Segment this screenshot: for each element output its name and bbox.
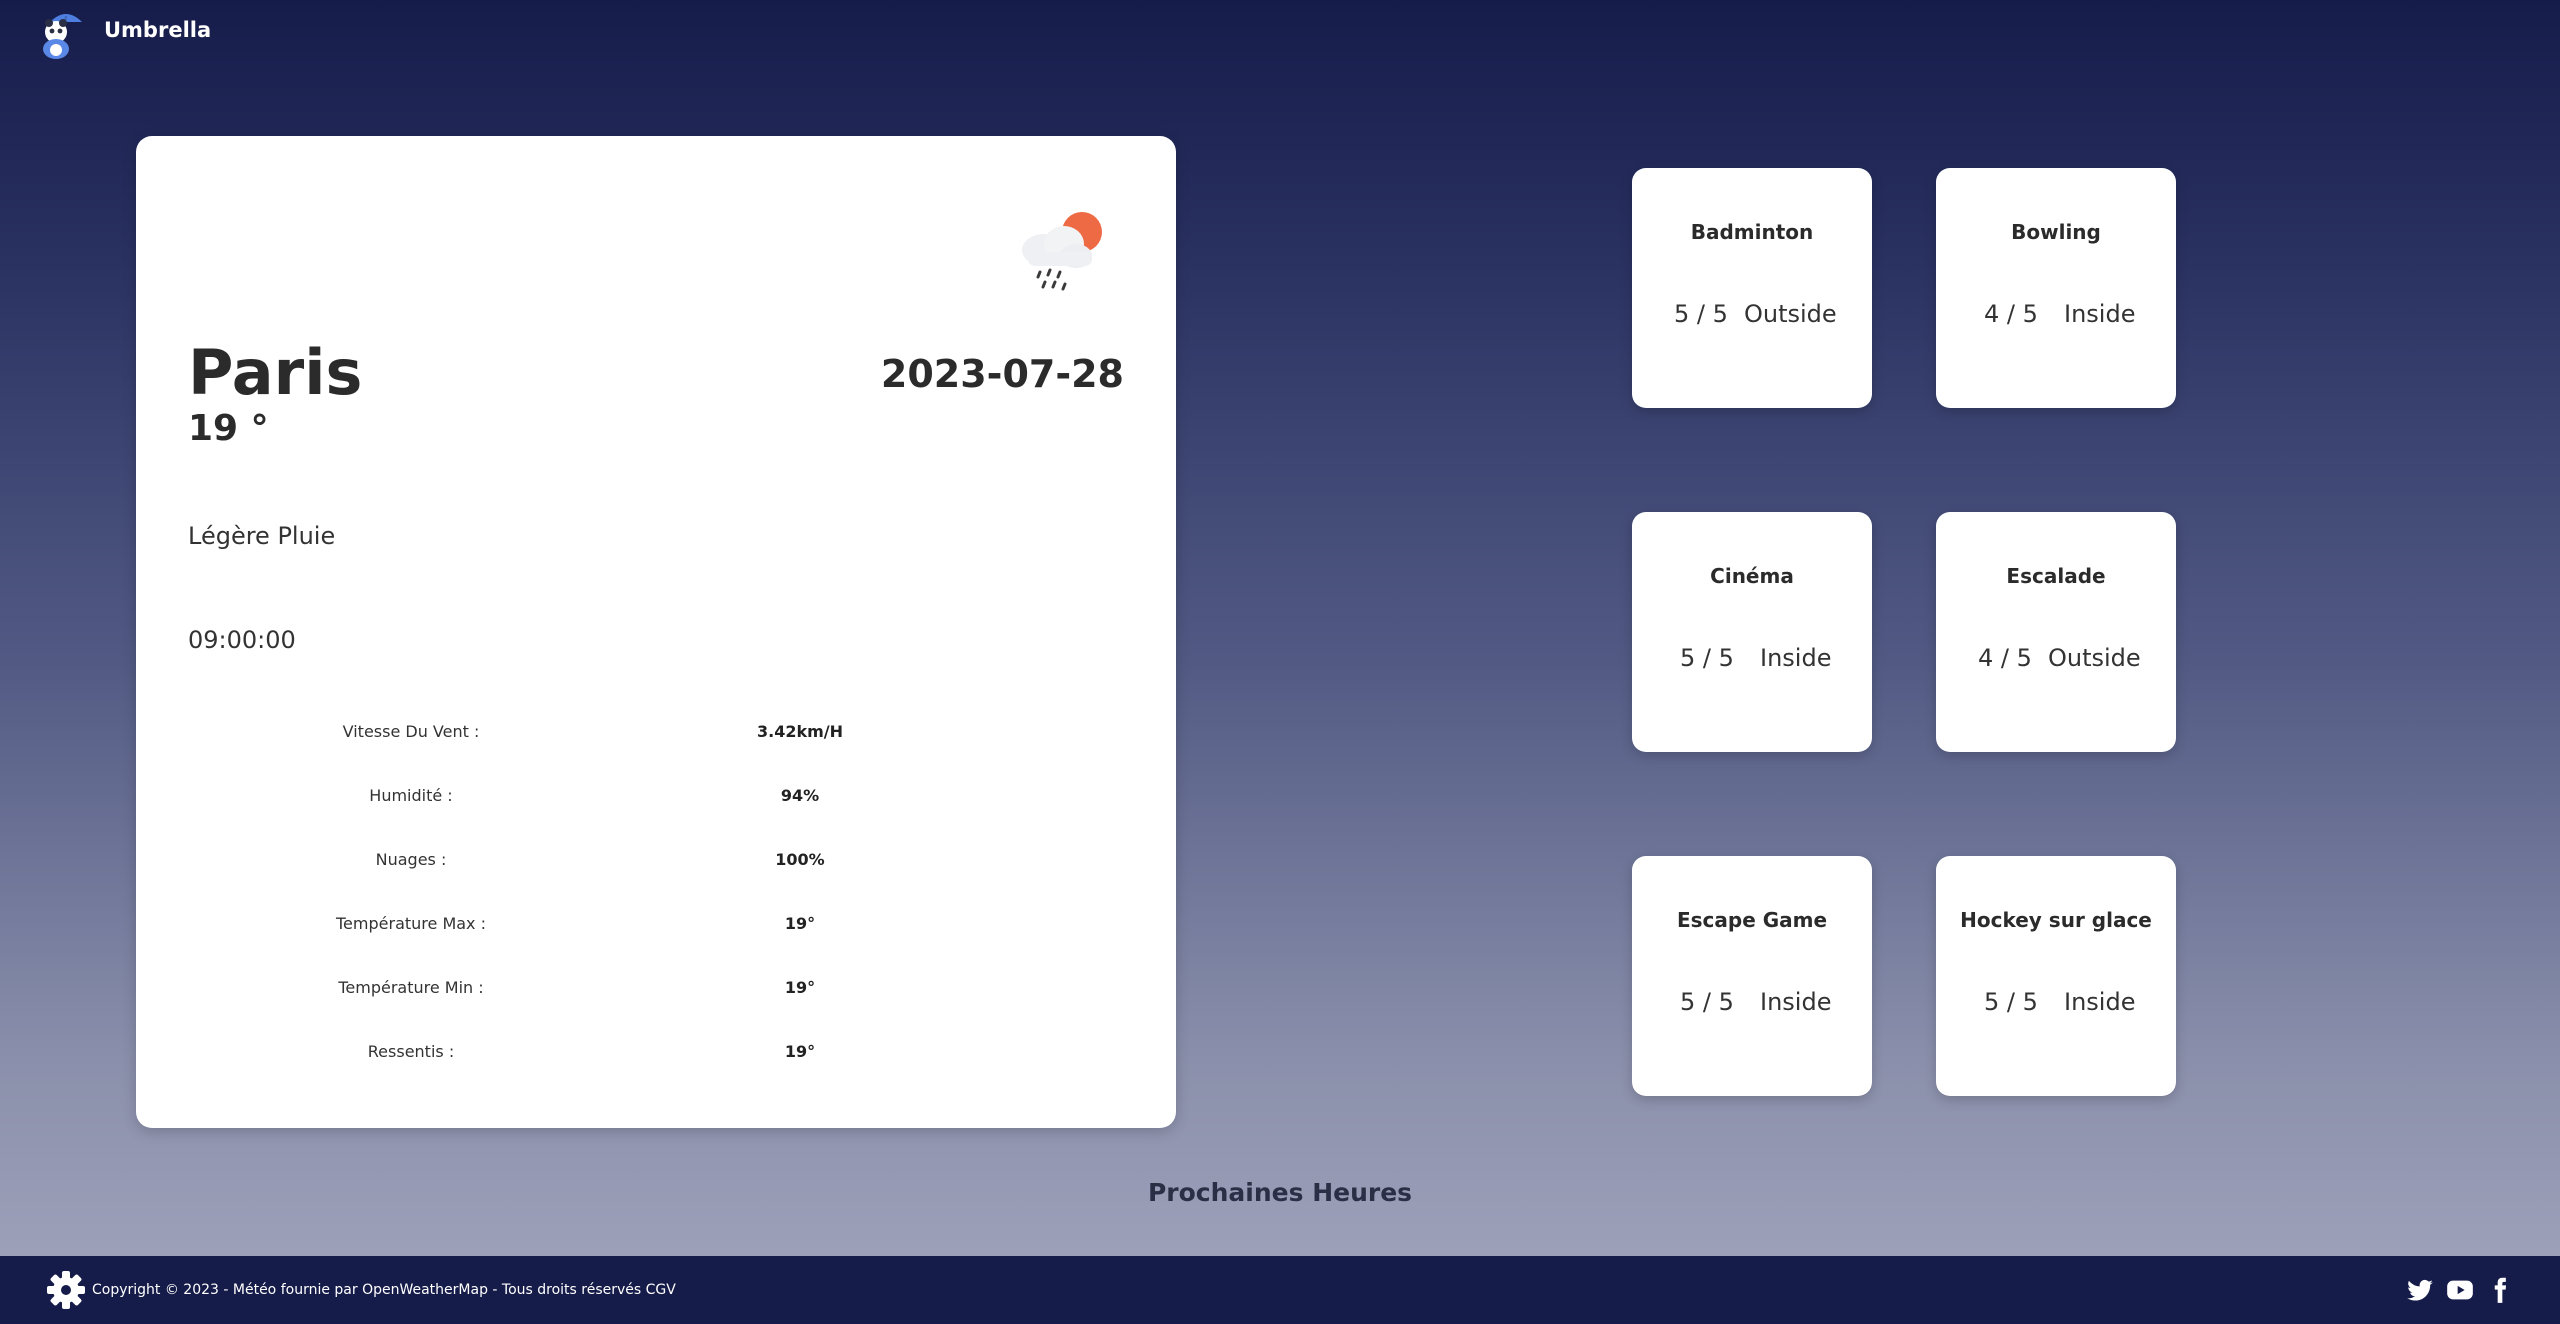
forecast-time: 09:00:00 bbox=[188, 626, 296, 654]
facebook-icon[interactable] bbox=[2486, 1276, 2514, 1304]
weather-stats: Vitesse Du Vent : 3.42km/H Humidité : 94… bbox=[180, 712, 1080, 1096]
activity-card-bowling[interactable]: Bowling 4 / 5 Inside bbox=[1936, 168, 2176, 408]
stat-row-temp-max: Température Max : 19° bbox=[180, 904, 1080, 968]
top-bar: Umbrella bbox=[0, 0, 2560, 66]
activity-place: Outside bbox=[1744, 300, 1837, 328]
stat-row-wind: Vitesse Du Vent : 3.42km/H bbox=[180, 712, 1080, 776]
stat-row-temp-min: Température Min : 19° bbox=[180, 968, 1080, 1032]
activity-score: 4 / 5 bbox=[1978, 644, 2032, 672]
activity-score: 5 / 5 bbox=[1984, 988, 2038, 1016]
twitter-icon[interactable] bbox=[2406, 1276, 2434, 1304]
activity-card-escalade[interactable]: Escalade 4 / 5 Outside bbox=[1936, 512, 2176, 752]
activity-score: 5 / 5 bbox=[1674, 300, 1728, 328]
stat-value: 3.42km/H bbox=[756, 722, 844, 741]
activity-score: 5 / 5 bbox=[1680, 988, 1734, 1016]
activity-name: Hockey sur glace bbox=[1960, 908, 2152, 932]
gear-icon bbox=[47, 1271, 85, 1309]
brand-name[interactable]: Umbrella bbox=[104, 18, 211, 42]
activity-place: Inside bbox=[2064, 988, 2136, 1016]
youtube-icon[interactable] bbox=[2446, 1276, 2474, 1304]
footer: Copyright © 2023 - Météo fournie par Ope… bbox=[0, 1256, 2560, 1324]
activity-place: Inside bbox=[1760, 644, 1832, 672]
activity-score: 4 / 5 bbox=[1984, 300, 2038, 328]
stat-value: 100% bbox=[775, 850, 825, 869]
activity-card-cinema[interactable]: Cinéma 5 / 5 Inside bbox=[1632, 512, 1872, 752]
stat-value: 94% bbox=[780, 786, 820, 805]
stat-value: 19° bbox=[784, 914, 816, 933]
copyright-text: Copyright © 2023 - Météo fournie par Ope… bbox=[92, 1282, 676, 1298]
next-hours-title: Prochaines Heures bbox=[1147, 1178, 1413, 1207]
activity-name: Bowling bbox=[2011, 220, 2101, 244]
stat-row-humidity: Humidité : 94% bbox=[180, 776, 1080, 840]
rain-sun-icon bbox=[1022, 212, 1102, 291]
city-name: Paris bbox=[188, 336, 363, 409]
activity-name: Cinéma bbox=[1710, 564, 1794, 588]
activity-name: Escape Game bbox=[1676, 908, 1828, 932]
current-temperature: 19 ° bbox=[188, 408, 269, 449]
activity-place: Outside bbox=[2048, 644, 2141, 672]
activity-name: Escalade bbox=[2006, 564, 2106, 588]
weather-description: Légère Pluie bbox=[188, 522, 336, 550]
stat-value: 19° bbox=[784, 978, 816, 997]
stat-row-feels-like: Ressentis : 19° bbox=[180, 1032, 1080, 1096]
activity-card-badminton[interactable]: Badminton 5 / 5 Outside bbox=[1632, 168, 1872, 408]
umbrella-panda-logo[interactable] bbox=[36, 8, 88, 60]
activity-card-escape-game[interactable]: Escape Game 5 / 5 Inside bbox=[1632, 856, 1872, 1096]
stat-row-clouds: Nuages : 100% bbox=[180, 840, 1080, 904]
activity-card-hockey[interactable]: Hockey sur glace 5 / 5 Inside bbox=[1936, 856, 2176, 1096]
activity-score: 5 / 5 bbox=[1680, 644, 1734, 672]
activity-name: Badminton bbox=[1690, 220, 1814, 244]
activity-place: Inside bbox=[1760, 988, 1832, 1016]
forecast-date: 2023-07-28 bbox=[880, 352, 1124, 396]
stat-value: 19° bbox=[784, 1042, 816, 1061]
activity-place: Inside bbox=[2064, 300, 2136, 328]
